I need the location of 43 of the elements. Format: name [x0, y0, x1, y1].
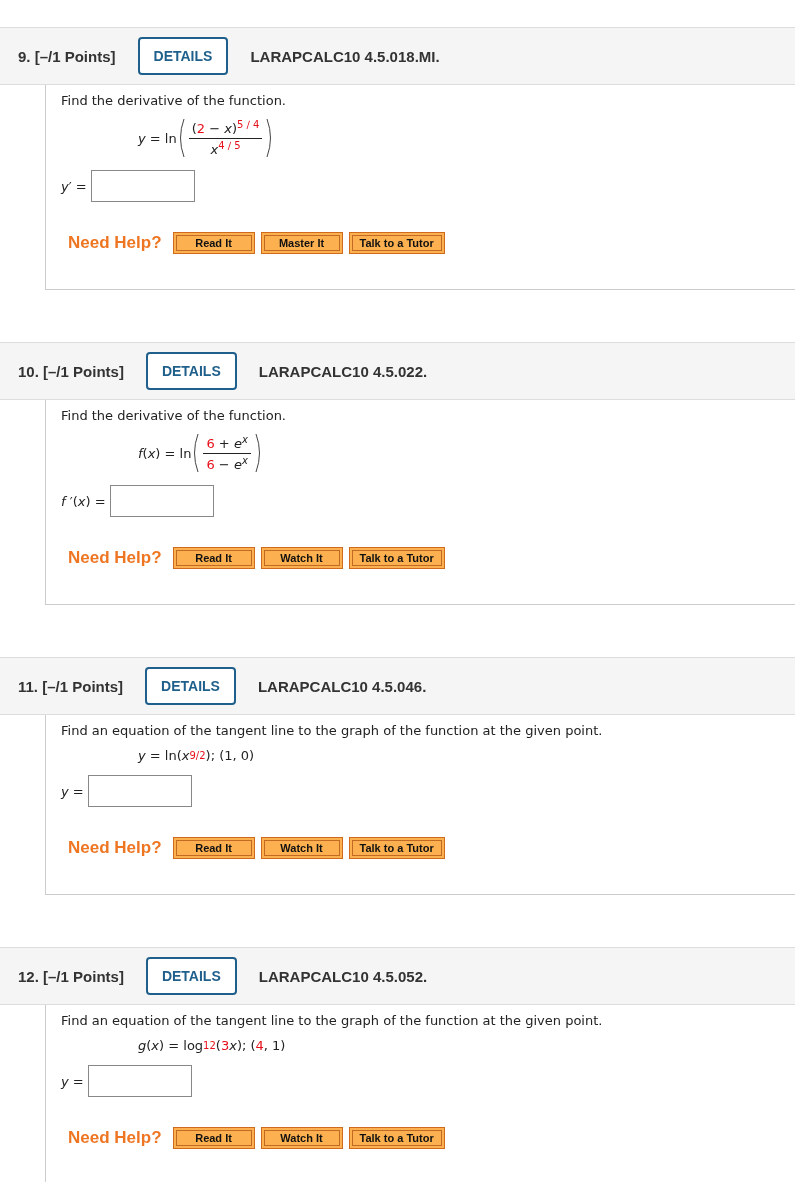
answer-field[interactable]	[90, 170, 195, 202]
question-prompt: Find the derivative of the function.	[61, 408, 287, 423]
details-button[interactable]: DETAILS	[145, 667, 236, 705]
question-prompt: Find an equation of the tangent line to the graph of the function at the given point.	[61, 723, 604, 738]
answer-field[interactable]	[87, 1065, 192, 1097]
question-code: LARAPCALC10 4.5.046.	[257, 677, 427, 695]
answer-label: f ′(x) =	[61, 493, 106, 509]
math-formula: f(x) = ln 6 + e$^{x}$ 6 − e$^{x}$	[138, 433, 263, 473]
help-button[interactable]: Talk to a Tutor	[348, 1127, 445, 1149]
answer-field[interactable]	[87, 775, 192, 807]
help-button[interactable]: Watch It	[260, 547, 343, 569]
details-button[interactable]: DETAILS	[145, 352, 237, 390]
help-button[interactable]: Master It	[260, 232, 343, 254]
question-prompt: Find the derivative of the function.	[61, 93, 287, 108]
answer-label: y =	[61, 783, 84, 799]
help-button[interactable]: Read It	[172, 1127, 255, 1149]
help-button[interactable]: Read It	[172, 232, 255, 254]
parenthesis-icon	[191, 433, 200, 473]
help-button[interactable]: Watch It	[260, 1127, 343, 1149]
question-code: LARAPCALC10 4.5.022.	[258, 362, 428, 380]
help-button[interactable]: Talk to a Tutor	[348, 837, 445, 859]
help-button[interactable]: Watch It	[260, 837, 343, 859]
help-button[interactable]: Talk to a Tutor	[348, 232, 445, 254]
question-code: LARAPCALC10 4.5.018.MI.	[250, 47, 440, 65]
help-button[interactable]: Talk to a Tutor	[348, 547, 445, 569]
details-button[interactable]: DETAILS	[137, 37, 229, 75]
need-help-label: Need Help?	[68, 838, 162, 858]
question-points: 11. [–/1 Points]	[18, 677, 124, 695]
need-help-label: Need Help?	[68, 548, 162, 568]
answer-field[interactable]	[109, 485, 214, 517]
answer-label: y =	[61, 1073, 84, 1089]
question-points: 9. [–/1 Points]	[18, 47, 116, 65]
help-button[interactable]: Read It	[172, 837, 255, 859]
question-prompt: Find an equation of the tangent line to the graph of the function at the given point.	[61, 1013, 604, 1028]
help-button[interactable]: Read It	[172, 547, 255, 569]
need-help-label: Need Help?	[68, 233, 162, 253]
question-points: 12. [–/1 Points]	[18, 967, 124, 985]
parenthesis-icon	[254, 433, 263, 473]
details-button[interactable]: DETAILS	[145, 957, 237, 995]
answer-label: y′ =	[61, 178, 87, 194]
need-help-label: Need Help?	[68, 1128, 162, 1148]
question-code: LARAPCALC10 4.5.052.	[258, 967, 428, 985]
question-points: 10. [–/1 Points]	[18, 362, 124, 380]
